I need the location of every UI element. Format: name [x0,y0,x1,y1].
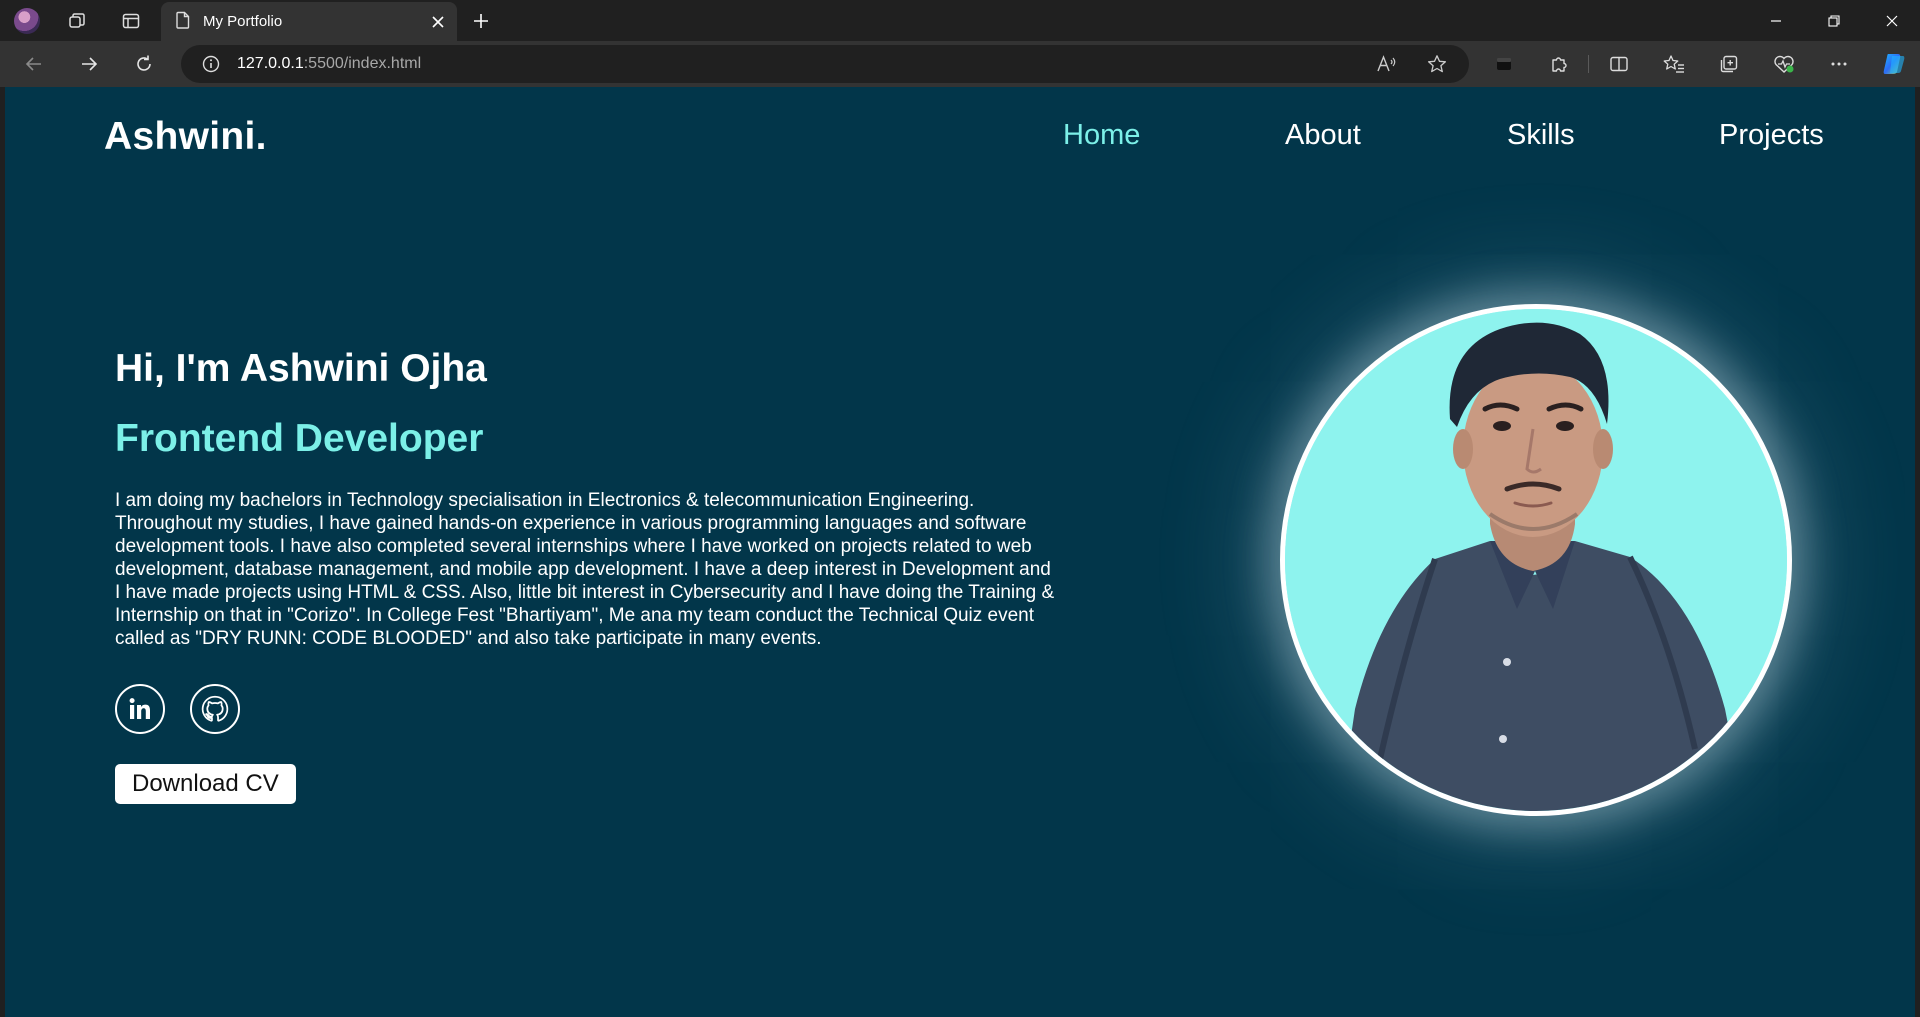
browser-titlebar: My Portfolio [0,0,1920,41]
nav-about[interactable]: About [1285,119,1361,152]
linkedin-icon[interactable] [115,684,165,734]
page-viewport: Ashwini. Home About Skills Projects Hi, … [5,87,1915,1017]
hero-section: Hi, I'm Ashwini Ojha Frontend Developer … [115,347,1075,804]
url-text: 127.0.0.1:5500/index.html [237,55,421,73]
close-tab-icon[interactable] [423,7,453,37]
greeting-heading: Hi, I'm Ashwini Ojha [115,347,487,390]
page-icon [175,11,191,33]
close-window-icon[interactable] [1864,0,1920,41]
tab-my-portfolio[interactable]: My Portfolio [161,2,457,41]
bio-paragraph: I am doing my bachelors in Technology sp… [115,490,1055,649]
profile-photo [1280,304,1792,816]
refresh-icon[interactable] [128,48,160,80]
minimize-icon[interactable] [1748,0,1804,41]
profile-photo-illustration [1285,309,1787,811]
browser-essentials-icon[interactable] [1768,48,1800,80]
extensions-puzzle-icon[interactable] [1543,48,1575,80]
github-icon[interactable] [190,684,240,734]
tab-title: My Portfolio [203,13,283,30]
url-path: :5500/index.html [303,55,422,72]
address-bar[interactable]: 127.0.0.1:5500/index.html [181,45,1469,83]
site-info-icon[interactable] [199,52,223,76]
back-icon[interactable] [18,48,50,80]
site-logo[interactable]: Ashwini. [104,115,267,159]
url-host: 127.0.0.1 [237,55,304,72]
nav-home[interactable]: Home [1063,119,1140,152]
read-aloud-icon[interactable] [1373,50,1401,78]
browser-toolbar: 127.0.0.1:5500/index.html [0,41,1920,87]
workspaces-icon[interactable] [64,8,90,34]
forward-icon[interactable] [73,48,105,80]
tab-actions-icon[interactable] [118,8,144,34]
nav-projects[interactable]: Projects [1719,119,1824,152]
nav-skills[interactable]: Skills [1507,119,1575,152]
profile-avatar[interactable] [14,8,40,34]
toolbar-divider [1588,55,1589,73]
extension-black-icon[interactable] [1488,48,1520,80]
role-heading: Frontend Developer [115,417,484,460]
split-screen-icon[interactable] [1603,48,1635,80]
download-cv-button[interactable]: Download CV [115,764,296,804]
copilot-icon[interactable] [1878,48,1910,80]
restore-icon[interactable] [1806,0,1862,41]
collections-icon[interactable] [1713,48,1745,80]
more-options-icon[interactable] [1823,48,1855,80]
favorite-star-icon[interactable] [1423,50,1451,78]
social-links [115,684,1075,734]
favorites-icon[interactable] [1658,48,1690,80]
new-tab-icon[interactable] [466,6,496,36]
